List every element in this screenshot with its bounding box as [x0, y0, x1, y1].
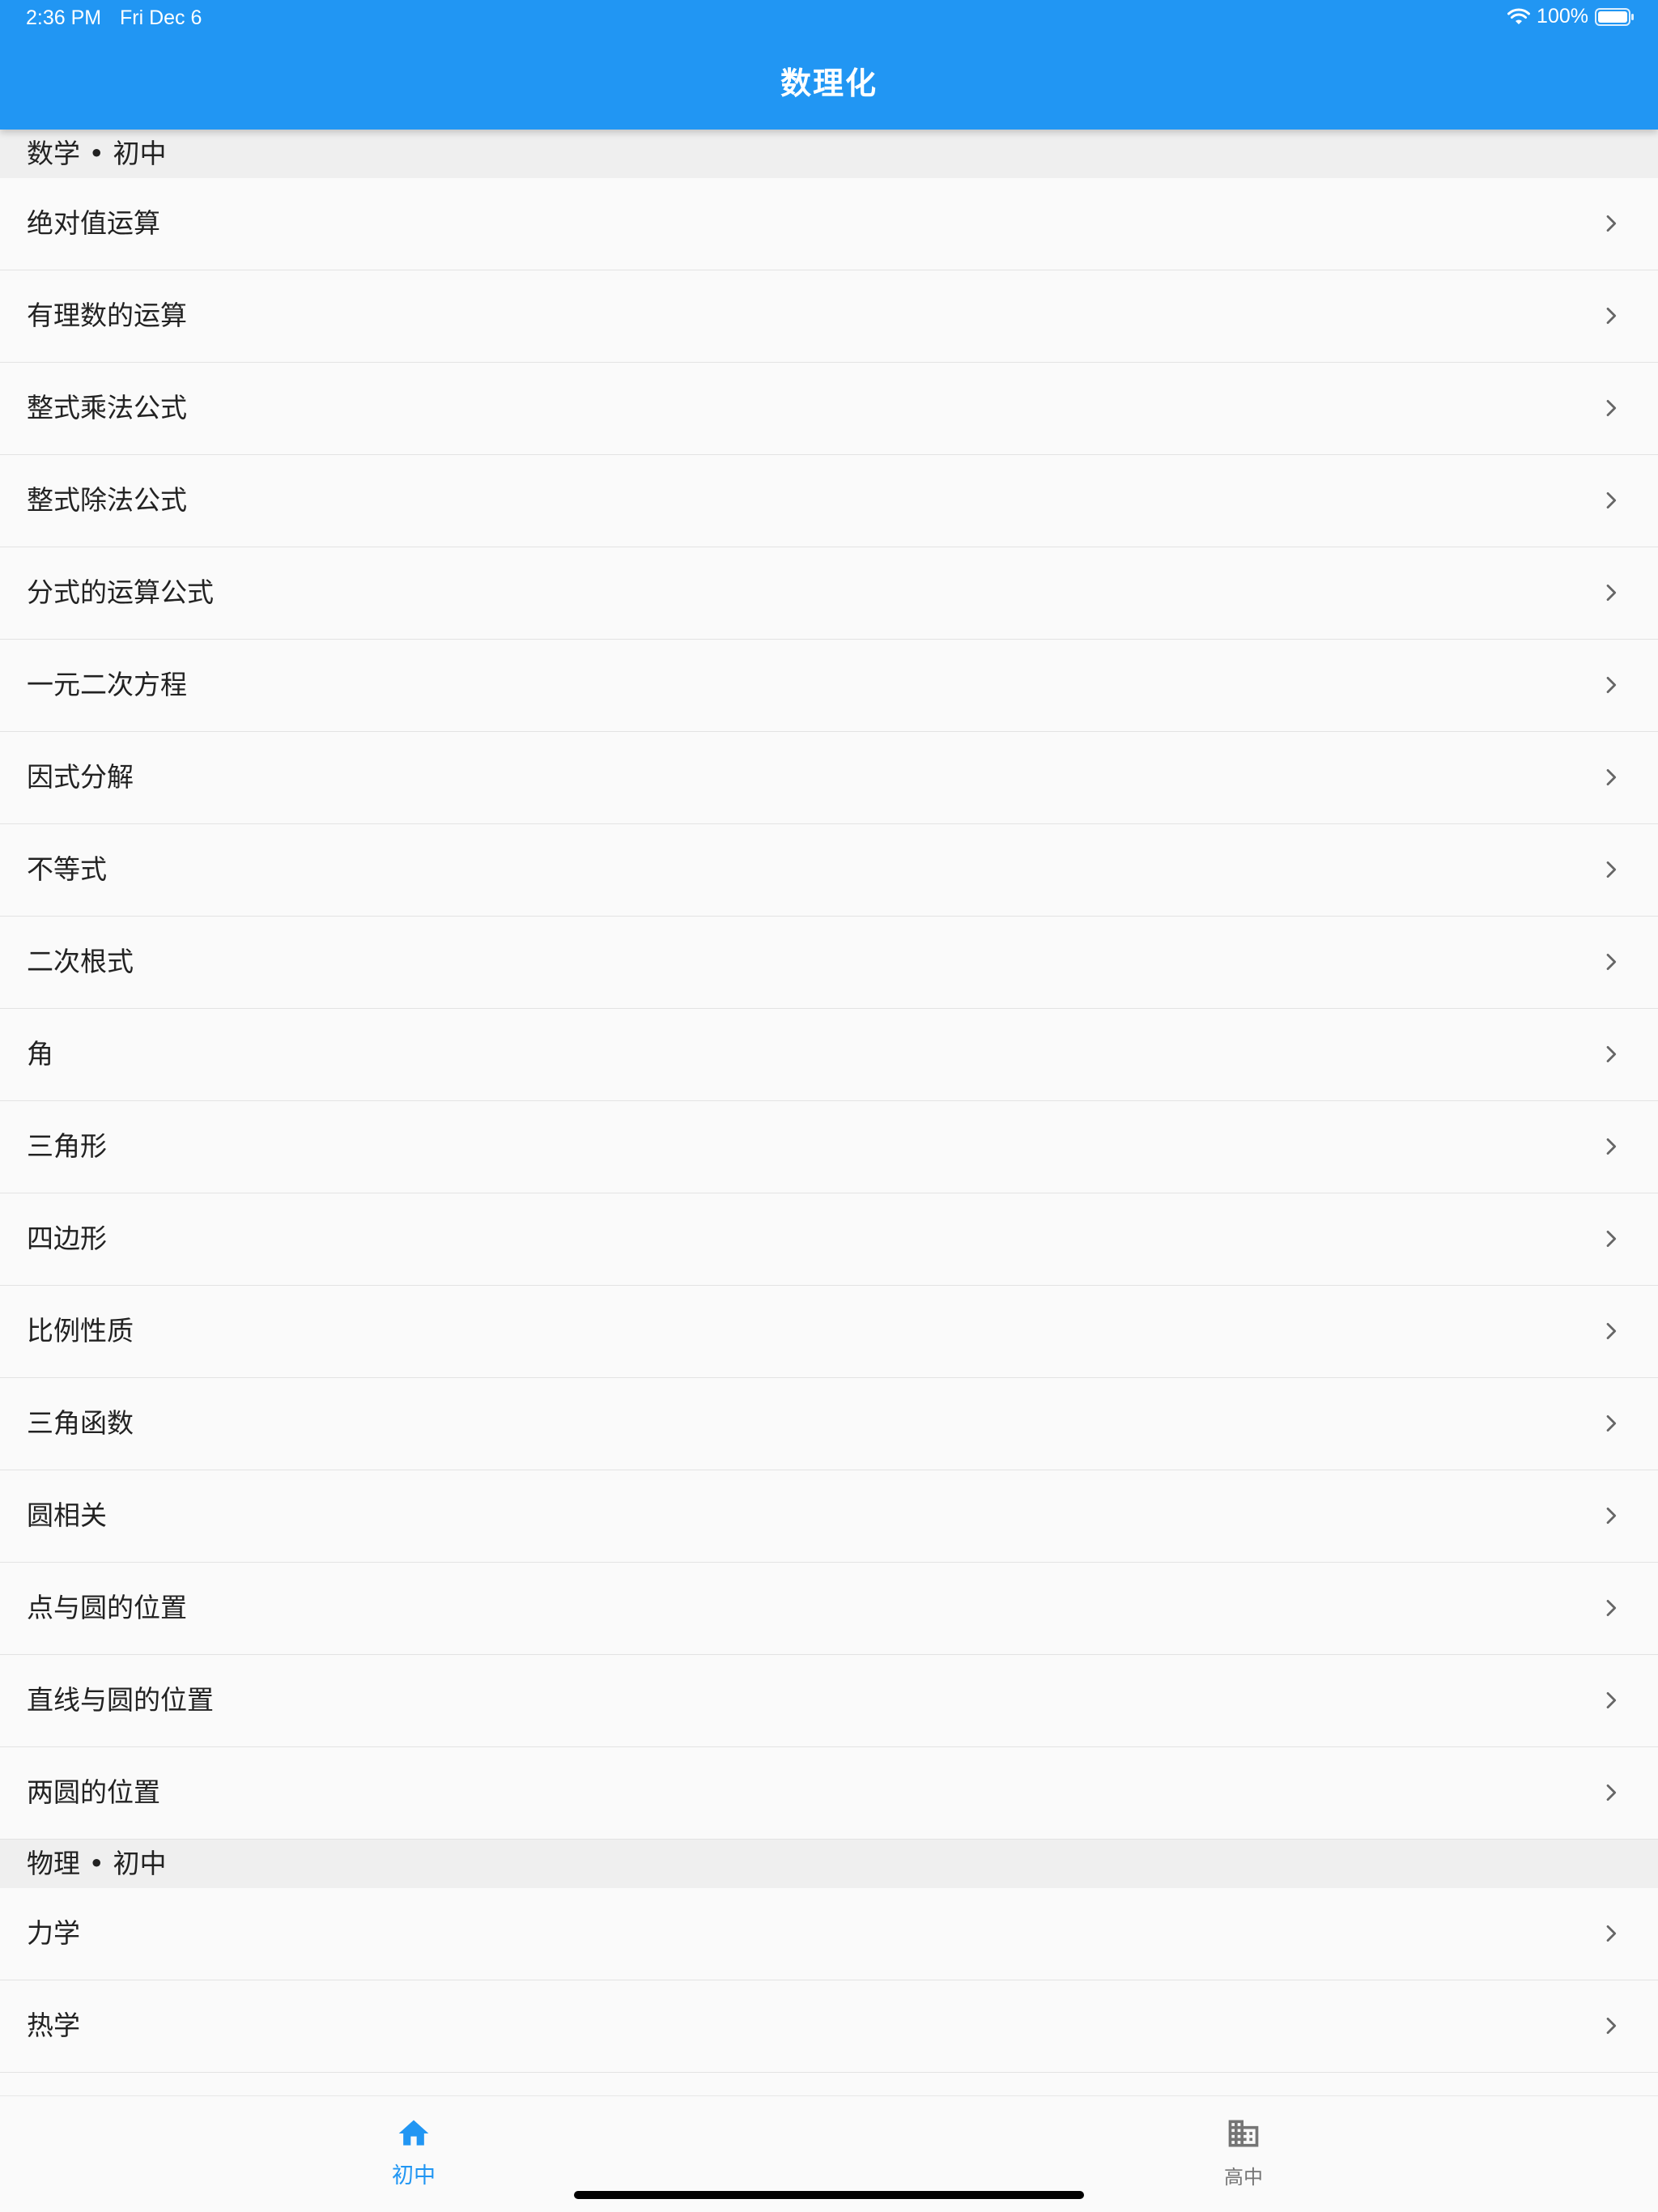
status-indicators: 100%	[1507, 5, 1635, 28]
chevron-right-icon	[1600, 1689, 1622, 1712]
chevron-right-icon	[1600, 2014, 1622, 2037]
list-item-label: 点与圆的位置	[27, 1592, 187, 1623]
list-item[interactable]: 整式除法公式	[0, 455, 1658, 547]
app-bar: 2:36 PM Fri Dec 6 100% 数理化	[0, 0, 1658, 130]
tab-label: 初中	[392, 2163, 436, 2189]
list-item[interactable]: 四边形	[0, 1193, 1658, 1286]
tab-label: 高中	[1224, 2166, 1263, 2189]
home-icon	[396, 2116, 432, 2151]
chevron-right-icon	[1600, 212, 1622, 235]
section-header: 数学 • 初中	[0, 130, 1658, 178]
chevron-right-icon	[1600, 1135, 1622, 1158]
chevron-right-icon	[1600, 766, 1622, 789]
chevron-right-icon	[1600, 1320, 1622, 1342]
list-item-label: 有理数的运算	[27, 300, 187, 331]
chevron-right-icon	[1600, 1922, 1622, 1945]
list-item-label: 角	[27, 1038, 53, 1070]
list-item[interactable]: 因式分解	[0, 732, 1658, 824]
list-item[interactable]: 分式的运算公式	[0, 547, 1658, 640]
chevron-right-icon	[1600, 1781, 1622, 1804]
list-item-label: 力学	[27, 1917, 80, 1949]
list-item[interactable]: 有理数的运算	[0, 270, 1658, 363]
tab-junior-high[interactable]: 初中	[292, 2096, 535, 2189]
status-time: 2:36 PM	[26, 6, 102, 29]
list-item[interactable]: 点与圆的位置	[0, 1563, 1658, 1655]
chevron-right-icon	[1600, 858, 1622, 881]
list-item[interactable]: 不等式	[0, 824, 1658, 917]
chevron-right-icon	[1600, 1504, 1622, 1527]
list-item-label: 不等式	[27, 853, 107, 885]
list-item-label: 二次根式	[27, 946, 134, 977]
page-title: 数理化	[780, 66, 878, 101]
list-item[interactable]: 整式乘法公式	[0, 363, 1658, 455]
list-item[interactable]: 比例性质	[0, 1286, 1658, 1378]
chevron-right-icon	[1600, 1227, 1622, 1250]
home-indicator[interactable]	[574, 2191, 1084, 2199]
topic-list: 数学 • 初中绝对值运算有理数的运算 整式乘法公式 整式除法公式 分式的运算公式 一元二…	[0, 130, 1658, 2073]
chevron-right-icon	[1600, 1043, 1622, 1066]
list-item[interactable]: 二次根式	[0, 917, 1658, 1009]
status-bar: 2:36 PM Fri Dec 6 100%	[0, 0, 1658, 37]
tab-senior-high[interactable]: 高中	[1122, 2096, 1365, 2189]
list-item-label: 直线与圆的位置	[27, 1684, 214, 1716]
list-item-label: 四边形	[27, 1223, 107, 1254]
list-item[interactable]: 三角函数	[0, 1378, 1658, 1470]
chevron-right-icon	[1600, 674, 1622, 696]
building-icon	[1226, 2116, 1261, 2151]
list-item-label: 分式的运算公式	[27, 576, 214, 608]
list-item-label: 三角函数	[27, 1407, 134, 1439]
chevron-right-icon	[1600, 1412, 1622, 1435]
battery-percentage: 100%	[1537, 5, 1588, 28]
chevron-right-icon	[1600, 951, 1622, 973]
chevron-right-icon	[1600, 489, 1622, 512]
chevron-right-icon	[1600, 1597, 1622, 1619]
list-item-label: 比例性质	[27, 1315, 134, 1346]
list-item[interactable]: 角	[0, 1009, 1658, 1101]
chevron-right-icon	[1600, 581, 1622, 604]
list-item[interactable]: 绝对值运算	[0, 178, 1658, 270]
list-item-label: 热学	[27, 2010, 80, 2041]
list-item[interactable]: 力学	[0, 1888, 1658, 1980]
wifi-icon	[1507, 7, 1531, 26]
app-root: 2:36 PM Fri Dec 6 100% 数理化 数学 • 初中 绝对值运算…	[0, 0, 1658, 2212]
section-header: 物理 • 初中	[0, 1840, 1658, 1888]
list-item[interactable]: 热学	[0, 1980, 1658, 2073]
list-item[interactable]: 一元二次方程	[0, 640, 1658, 732]
chevron-right-icon	[1600, 397, 1622, 419]
list-item[interactable]: 直线与圆的位置	[0, 1655, 1658, 1747]
list-item-label: 因式分解	[27, 761, 134, 793]
status-date: Fri Dec 6	[120, 6, 202, 29]
list-item-label: 绝对值运算	[27, 207, 160, 239]
list-item-label: 一元二次方程	[27, 669, 187, 700]
list-item-label: 两圆的位置	[27, 1776, 160, 1808]
battery-icon	[1595, 7, 1635, 27]
list-item-label: 三角形	[27, 1130, 107, 1162]
list-item[interactable]: 三角形	[0, 1101, 1658, 1193]
chevron-right-icon	[1600, 304, 1622, 327]
list-item-label: 整式除法公式	[27, 484, 187, 516]
list-item[interactable]: 圆相关	[0, 1470, 1658, 1563]
list-item-label: 整式乘法公式	[27, 392, 187, 423]
list-item-label: 圆相关	[27, 1499, 107, 1531]
list-item[interactable]: 两圆的位置	[0, 1747, 1658, 1840]
